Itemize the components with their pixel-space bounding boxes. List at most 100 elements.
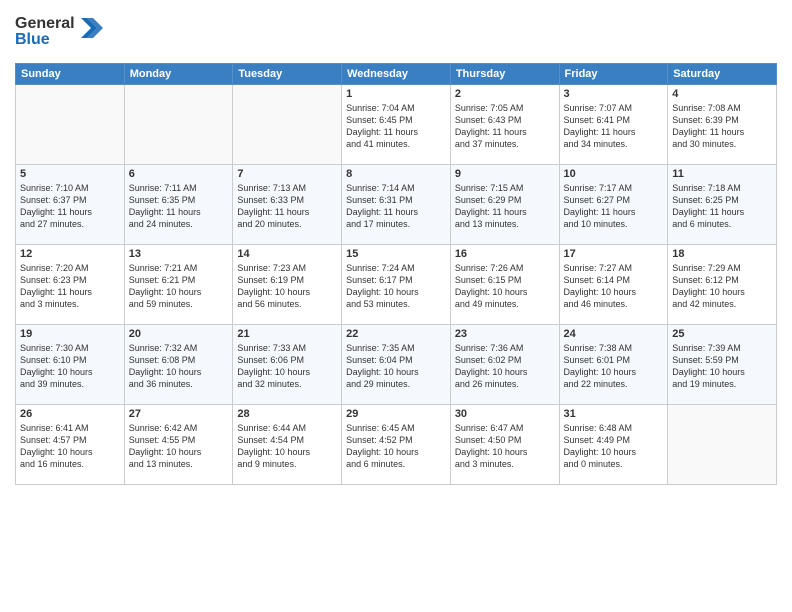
day-number: 28: [237, 408, 337, 420]
calendar-cell: 22 Sunrise: 7:35 AM Sunset: 6:04 PM Dayli…: [342, 325, 451, 405]
calendar-cell: [16, 85, 125, 165]
day-number: 1: [346, 88, 446, 100]
day-info: Sunrise: 7:29 AM Sunset: 6:12 PM Dayligh…: [672, 262, 772, 311]
weekday-header: Monday: [124, 64, 233, 85]
day-number: 22: [346, 328, 446, 340]
calendar-cell: 25 Sunrise: 7:39 AM Sunset: 5:59 PM Dayli…: [668, 325, 777, 405]
day-number: 17: [564, 248, 664, 260]
day-info: Sunrise: 7:26 AM Sunset: 6:15 PM Dayligh…: [455, 262, 555, 311]
day-number: 11: [672, 168, 772, 180]
logo-svg: General Blue: [15, 10, 105, 50]
calendar-cell: 17 Sunrise: 7:27 AM Sunset: 6:14 PM Dayli…: [559, 245, 668, 325]
day-info: Sunrise: 7:07 AM Sunset: 6:41 PM Dayligh…: [564, 102, 664, 151]
calendar-cell: 5 Sunrise: 7:10 AM Sunset: 6:37 PM Daylig…: [16, 165, 125, 245]
day-info: Sunrise: 7:10 AM Sunset: 6:37 PM Dayligh…: [20, 182, 120, 231]
calendar-cell: [668, 405, 777, 485]
day-number: 24: [564, 328, 664, 340]
day-info: Sunrise: 7:08 AM Sunset: 6:39 PM Dayligh…: [672, 102, 772, 151]
weekday-header: Thursday: [450, 64, 559, 85]
calendar-cell: 28 Sunrise: 6:44 AM Sunset: 4:54 PM Dayli…: [233, 405, 342, 485]
day-number: 19: [20, 328, 120, 340]
day-number: 20: [129, 328, 229, 340]
calendar-week-row: 5 Sunrise: 7:10 AM Sunset: 6:37 PM Daylig…: [16, 165, 777, 245]
day-number: 7: [237, 168, 337, 180]
calendar-cell: 7 Sunrise: 7:13 AM Sunset: 6:33 PM Daylig…: [233, 165, 342, 245]
day-number: 16: [455, 248, 555, 260]
day-number: 6: [129, 168, 229, 180]
day-info: Sunrise: 7:14 AM Sunset: 6:31 PM Dayligh…: [346, 182, 446, 231]
calendar-header: SundayMondayTuesdayWednesdayThursdayFrid…: [16, 64, 777, 85]
day-info: Sunrise: 7:38 AM Sunset: 6:01 PM Dayligh…: [564, 342, 664, 391]
day-info: Sunrise: 7:05 AM Sunset: 6:43 PM Dayligh…: [455, 102, 555, 151]
day-info: Sunrise: 7:39 AM Sunset: 5:59 PM Dayligh…: [672, 342, 772, 391]
calendar-week-row: 19 Sunrise: 7:30 AM Sunset: 6:10 PM Dayli…: [16, 325, 777, 405]
day-number: 5: [20, 168, 120, 180]
calendar-cell: 29 Sunrise: 6:45 AM Sunset: 4:52 PM Dayli…: [342, 405, 451, 485]
calendar-cell: 12 Sunrise: 7:20 AM Sunset: 6:23 PM Dayli…: [16, 245, 125, 325]
day-number: 14: [237, 248, 337, 260]
day-number: 3: [564, 88, 664, 100]
day-number: 21: [237, 328, 337, 340]
day-info: Sunrise: 7:32 AM Sunset: 6:08 PM Dayligh…: [129, 342, 229, 391]
day-number: 23: [455, 328, 555, 340]
day-number: 8: [346, 168, 446, 180]
calendar-cell: 31Sunrise: 6:48 AM Sunset: 4:49 PM Dayli…: [559, 405, 668, 485]
weekday-header: Wednesday: [342, 64, 451, 85]
calendar-cell: 19 Sunrise: 7:30 AM Sunset: 6:10 PM Dayli…: [16, 325, 125, 405]
day-number: 12: [20, 248, 120, 260]
calendar-cell: 20 Sunrise: 7:32 AM Sunset: 6:08 PM Dayli…: [124, 325, 233, 405]
day-number: 18: [672, 248, 772, 260]
weekday-header: Tuesday: [233, 64, 342, 85]
day-info: Sunrise: 7:13 AM Sunset: 6:33 PM Dayligh…: [237, 182, 337, 231]
calendar-week-row: 12 Sunrise: 7:20 AM Sunset: 6:23 PM Dayli…: [16, 245, 777, 325]
calendar-cell: 9Sunrise: 7:15 AM Sunset: 6:29 PM Daylig…: [450, 165, 559, 245]
day-info: Sunrise: 7:35 AM Sunset: 6:04 PM Dayligh…: [346, 342, 446, 391]
day-info: Sunrise: 6:48 AM Sunset: 4:49 PM Dayligh…: [564, 422, 664, 471]
day-number: 25: [672, 328, 772, 340]
calendar-cell: 24 Sunrise: 7:38 AM Sunset: 6:01 PM Dayli…: [559, 325, 668, 405]
day-info: Sunrise: 7:30 AM Sunset: 6:10 PM Dayligh…: [20, 342, 120, 391]
svg-text:Blue: Blue: [15, 31, 50, 48]
day-info: Sunrise: 6:44 AM Sunset: 4:54 PM Dayligh…: [237, 422, 337, 471]
calendar-week-row: 26Sunrise: 6:41 AM Sunset: 4:57 PM Dayli…: [16, 405, 777, 485]
calendar-table: SundayMondayTuesdayWednesdayThursdayFrid…: [15, 63, 777, 485]
weekday-header: Friday: [559, 64, 668, 85]
calendar-cell: 27Sunrise: 6:42 AM Sunset: 4:55 PM Dayli…: [124, 405, 233, 485]
calendar-cell: 30Sunrise: 6:47 AM Sunset: 4:50 PM Dayli…: [450, 405, 559, 485]
calendar-cell: 14 Sunrise: 7:23 AM Sunset: 6:19 PM Dayli…: [233, 245, 342, 325]
day-number: 15: [346, 248, 446, 260]
day-info: Sunrise: 7:27 AM Sunset: 6:14 PM Dayligh…: [564, 262, 664, 311]
calendar-week-row: 1Sunrise: 7:04 AM Sunset: 6:45 PM Daylig…: [16, 85, 777, 165]
calendar-cell: 16 Sunrise: 7:26 AM Sunset: 6:15 PM Dayli…: [450, 245, 559, 325]
calendar-cell: 21 Sunrise: 7:33 AM Sunset: 6:06 PM Dayli…: [233, 325, 342, 405]
day-info: Sunrise: 7:23 AM Sunset: 6:19 PM Dayligh…: [237, 262, 337, 311]
day-info: Sunrise: 7:17 AM Sunset: 6:27 PM Dayligh…: [564, 182, 664, 231]
weekday-header: Saturday: [668, 64, 777, 85]
calendar-cell: [124, 85, 233, 165]
day-info: Sunrise: 6:45 AM Sunset: 4:52 PM Dayligh…: [346, 422, 446, 471]
calendar-cell: 6Sunrise: 7:11 AM Sunset: 6:35 PM Daylig…: [124, 165, 233, 245]
calendar-cell: 15 Sunrise: 7:24 AM Sunset: 6:17 PM Dayli…: [342, 245, 451, 325]
header: General Blue: [15, 10, 777, 55]
day-number: 4: [672, 88, 772, 100]
calendar-cell: 1Sunrise: 7:04 AM Sunset: 6:45 PM Daylig…: [342, 85, 451, 165]
day-number: 9: [455, 168, 555, 180]
weekday-header: Sunday: [16, 64, 125, 85]
day-number: 2: [455, 88, 555, 100]
day-info: Sunrise: 7:33 AM Sunset: 6:06 PM Dayligh…: [237, 342, 337, 391]
svg-text:General: General: [15, 15, 75, 32]
page: General Blue SundayMondayTuesdayWednesda…: [0, 0, 792, 612]
day-info: Sunrise: 7:24 AM Sunset: 6:17 PM Dayligh…: [346, 262, 446, 311]
calendar-body: 1Sunrise: 7:04 AM Sunset: 6:45 PM Daylig…: [16, 85, 777, 485]
calendar-cell: 2 Sunrise: 7:05 AM Sunset: 6:43 PM Daylig…: [450, 85, 559, 165]
logo: General Blue: [15, 10, 105, 55]
day-number: 29: [346, 408, 446, 420]
calendar-cell: [233, 85, 342, 165]
logo-block: General Blue: [15, 10, 105, 55]
calendar-cell: 11Sunrise: 7:18 AM Sunset: 6:25 PM Dayli…: [668, 165, 777, 245]
calendar-cell: 26Sunrise: 6:41 AM Sunset: 4:57 PM Dayli…: [16, 405, 125, 485]
calendar-cell: 13Sunrise: 7:21 AM Sunset: 6:21 PM Dayli…: [124, 245, 233, 325]
day-info: Sunrise: 7:21 AM Sunset: 6:21 PM Dayligh…: [129, 262, 229, 311]
day-info: Sunrise: 7:20 AM Sunset: 6:23 PM Dayligh…: [20, 262, 120, 311]
calendar-cell: 18 Sunrise: 7:29 AM Sunset: 6:12 PM Dayli…: [668, 245, 777, 325]
